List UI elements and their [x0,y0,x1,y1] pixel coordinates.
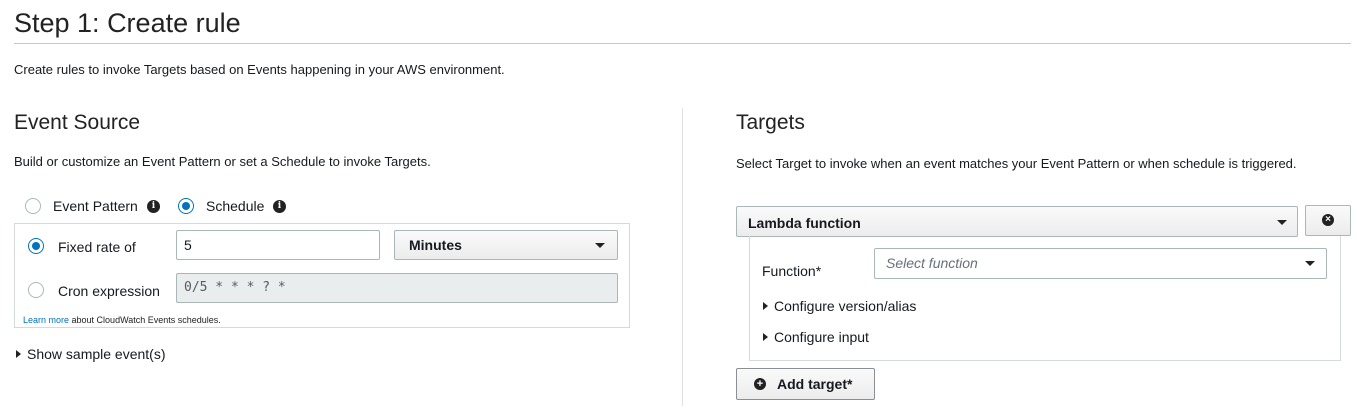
event-pattern-label[interactable]: Event Pattern [53,198,138,214]
close-icon: × [1322,214,1334,226]
column-divider [682,108,683,406]
rate-unit-value: Minutes [409,237,462,253]
rate-unit-select[interactable]: Minutes [394,230,618,260]
chevron-down-icon [1305,261,1315,266]
add-target-button[interactable]: + Add target* [736,368,875,400]
learn-more-text: Learn more about CloudWatch Events sched… [23,315,221,325]
fixed-rate-input[interactable]: 5 [176,230,380,260]
targets-description: Select Target to invoke when an event ma… [736,156,1297,171]
page-description: Create rules to invoke Targets based on … [14,62,505,77]
function-select[interactable]: Select function [874,248,1327,279]
configure-version-label: Configure version/alias [774,298,917,314]
caret-right-icon [763,302,768,310]
schedule-radio[interactable] [178,198,194,214]
schedule-label[interactable]: Schedule [206,198,264,214]
info-icon[interactable]: i [147,200,160,213]
show-sample-expander[interactable]: Show sample event(s) [16,346,166,362]
target-type-select[interactable]: Lambda function [736,206,1298,237]
show-sample-label: Show sample event(s) [27,346,166,362]
event-pattern-radio[interactable] [25,198,41,214]
info-icon[interactable]: i [273,200,286,213]
learn-more-link[interactable]: Learn more [23,315,69,325]
function-label: Function* [762,263,822,279]
caret-right-icon [16,350,21,358]
add-target-label: Add target* [777,376,853,392]
add-icon: + [754,378,766,390]
targets-title: Targets [736,111,805,134]
function-placeholder: Select function [886,255,978,271]
event-source-description: Build or customize an Event Pattern or s… [14,154,431,169]
target-type-value: Lambda function [748,215,861,231]
chevron-down-icon [1277,220,1287,225]
caret-right-icon [763,333,768,341]
cron-label[interactable]: Cron expression [58,283,160,299]
configure-input-expander[interactable]: Configure input [763,329,869,345]
configure-input-label: Configure input [774,329,869,345]
chevron-down-icon [595,243,605,248]
fixed-rate-label[interactable]: Fixed rate of [58,239,136,255]
remove-target-button[interactable]: × [1305,205,1351,236]
event-source-title: Event Source [14,111,141,134]
title-divider [14,43,1351,44]
fixed-rate-radio[interactable] [28,238,44,254]
cron-expression-input: 0/5 * * * ? * [176,273,618,303]
cron-radio[interactable] [28,282,44,298]
learn-more-suffix: about CloudWatch Events schedules. [69,315,221,325]
page-title: Step 1: Create rule [14,8,241,38]
configure-version-expander[interactable]: Configure version/alias [763,298,916,314]
